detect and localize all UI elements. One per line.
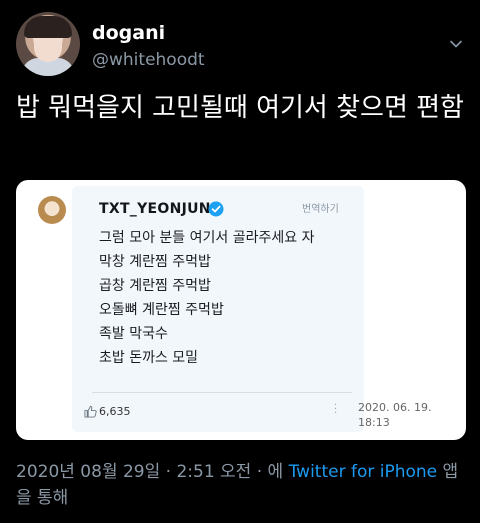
avatar-hair: [24, 16, 72, 38]
embedded-username: TXT_YEONJUN: [99, 201, 211, 217]
embedded-tweet-body: 그럼 모아 분들 여기서 골라주세요 자 막창 계란찜 주먹밥 곱창 계란찜 주…: [99, 226, 314, 370]
body-line: 막창 계란찜 주먹밥: [99, 254, 211, 270]
user-avatar[interactable]: [16, 12, 80, 76]
body-line: 족발 막국수: [99, 326, 168, 342]
verified-badge-icon: [208, 201, 224, 217]
embedded-tweet-image[interactable]: TXT_YEONJUN 번역하기 그럼 모아 분들 여기서 골라주세요 자 막창…: [16, 180, 466, 440]
source-link[interactable]: Twitter for iPhone: [289, 462, 438, 482]
more-dots-icon: · · ·: [334, 400, 338, 419]
tweet-header: dogani @whitehoodt: [16, 12, 466, 78]
divider: [92, 392, 352, 393]
embedded-date-day: 2020. 06. 19.: [358, 401, 432, 414]
display-name[interactable]: dogani: [92, 22, 165, 44]
body-line: 그럼 모아 분들 여기서 골라주세요 자: [99, 230, 315, 246]
chevron-down-icon[interactable]: [448, 36, 464, 52]
translate-link: 번역하기: [302, 204, 339, 215]
like-count: 6,635: [99, 405, 131, 418]
timestamp[interactable]: 2020년 08월 29일 · 2:51 오전 · 에: [16, 462, 289, 482]
body-line: 초밥 돈까스 모밀: [99, 350, 199, 366]
embedded-date: 2020. 06. 19. 18:13: [358, 400, 431, 430]
embedded-date-time: 18:13: [358, 416, 390, 429]
tweet-metadata: 2020년 08월 29일 · 2:51 오전 · 에 Twitter for …: [16, 459, 466, 511]
tweet-text: 밥 뭐먹을지 고민될때 여기서 찾으면 편함: [16, 93, 464, 123]
user-handle[interactable]: @whitehoodt: [92, 50, 205, 70]
body-line: 곱창 계란찜 주먹밥: [99, 278, 211, 294]
embedded-avatar: [38, 196, 66, 224]
body-line: 오돌뼈 계란찜 주먹밥: [99, 302, 224, 318]
thumbs-up-icon: [84, 405, 97, 418]
like-stat: 6,635: [84, 401, 131, 418]
